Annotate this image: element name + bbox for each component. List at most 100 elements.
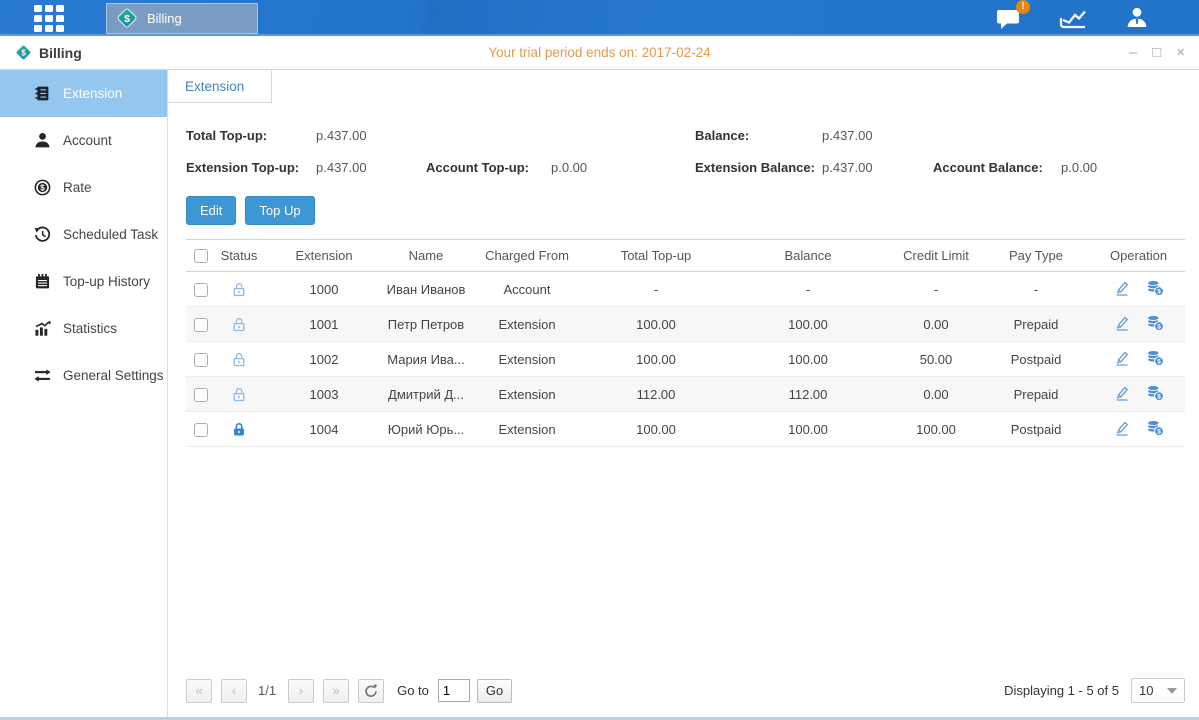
messages-icon[interactable]: ! — [995, 6, 1023, 30]
main-content: Extension Total Top-up: p.437.00 Balance… — [168, 70, 1199, 717]
prev-page-button[interactable]: ‹ — [221, 679, 247, 703]
sidebar-item-label: Extension — [63, 86, 122, 101]
column-balance: Balance — [724, 240, 892, 272]
sidebar-item-scheduled-task[interactable]: Scheduled Task — [0, 211, 167, 258]
cell-credit-limit: - — [892, 272, 980, 307]
topup-row-icon[interactable]: $ — [1146, 350, 1164, 366]
extension-balance-value: p.437.00 — [822, 160, 933, 175]
svg-text:$: $ — [21, 48, 26, 58]
cell-name: Дмитрий Д... — [386, 377, 466, 412]
scheduled-task-icon — [34, 226, 51, 243]
edit-row-icon[interactable] — [1114, 350, 1130, 366]
row-checkbox[interactable] — [194, 353, 208, 367]
user-account-icon[interactable] — [1123, 6, 1151, 30]
topup-row-icon[interactable]: $ — [1146, 315, 1164, 331]
total-topup-label: Total Top-up: — [186, 128, 316, 143]
cell-charged-from: Account — [466, 272, 588, 307]
topbar-tab-label: Billing — [147, 11, 182, 26]
topup-row-icon[interactable]: $ — [1146, 280, 1164, 296]
goto-page-input[interactable] — [438, 679, 470, 702]
svg-text:$: $ — [1157, 393, 1161, 400]
table-row[interactable]: 1000Иван ИвановAccount----$ — [186, 272, 1185, 307]
close-button[interactable]: × — [1176, 45, 1185, 60]
sidebar-item-label: Top-up History — [63, 274, 150, 289]
cell-total-topup: 100.00 — [588, 342, 724, 377]
select-all-checkbox[interactable] — [194, 249, 208, 263]
sidebar-item-general-settings[interactable]: General Settings — [0, 352, 167, 399]
sidebar-item-rate[interactable]: $ Rate — [0, 164, 167, 211]
cell-name: Мария Ива... — [386, 342, 466, 377]
sidebar-item-topup-history[interactable]: Top-up History — [0, 258, 167, 305]
topbar-tab-billing[interactable]: $ Billing — [106, 3, 258, 34]
row-checkbox[interactable] — [194, 318, 208, 332]
lock-closed-icon — [231, 421, 247, 438]
minimize-button[interactable]: – — [1129, 45, 1137, 60]
column-charged-from: Charged From — [466, 240, 588, 272]
table-body: 1000Иван ИвановAccount----$1001Петр Петр… — [186, 272, 1185, 447]
tab-extension[interactable]: Extension — [168, 70, 272, 103]
top-up-button[interactable]: Top Up — [245, 196, 314, 225]
cell-extension: 1000 — [262, 272, 386, 307]
notification-badge: ! — [1016, 0, 1030, 14]
cell-extension: 1001 — [262, 307, 386, 342]
table-row[interactable]: 1002Мария Ива...Extension100.00100.0050.… — [186, 342, 1185, 377]
table-row[interactable]: 1003Дмитрий Д...Extension112.00112.000.0… — [186, 377, 1185, 412]
maximize-button[interactable]: □ — [1152, 45, 1161, 60]
topup-row-icon[interactable]: $ — [1146, 385, 1164, 401]
topup-history-icon — [34, 273, 51, 290]
cell-pay-type: Prepaid — [980, 377, 1092, 412]
general-settings-icon — [34, 367, 51, 384]
billing-diamond-icon-small: $ — [14, 43, 33, 62]
edit-row-icon[interactable] — [1114, 315, 1130, 331]
sidebar-item-statistics[interactable]: Statistics — [0, 305, 167, 352]
column-credit-limit: Credit Limit — [892, 240, 980, 272]
last-page-button[interactable]: » — [323, 679, 349, 703]
edit-row-icon[interactable] — [1114, 280, 1130, 296]
svg-text:$: $ — [124, 13, 130, 25]
table-row[interactable]: 1004Юрий Юрь...Extension100.00100.00100.… — [186, 412, 1185, 447]
cell-charged-from: Extension — [466, 342, 588, 377]
extension-topup-value: p.437.00 — [316, 160, 426, 175]
row-checkbox[interactable] — [194, 283, 208, 297]
balance-label: Balance: — [695, 128, 822, 143]
cell-extension: 1003 — [262, 377, 386, 412]
cell-balance: 100.00 — [724, 307, 892, 342]
sidebar-item-label: Account — [63, 133, 112, 148]
sidebar-item-extension[interactable]: Extension — [0, 70, 167, 117]
cell-extension: 1002 — [262, 342, 386, 377]
billing-app-window: $ Billing ! — [0, 0, 1199, 720]
statistics-icon — [34, 320, 51, 337]
cell-charged-from: Extension — [466, 377, 588, 412]
refresh-icon[interactable] — [358, 679, 384, 703]
edit-row-icon[interactable] — [1114, 385, 1130, 401]
table-row[interactable]: 1001Петр ПетровExtension100.00100.000.00… — [186, 307, 1185, 342]
first-page-button[interactable]: « — [186, 679, 212, 703]
account-icon — [34, 132, 51, 149]
sidebar: Extension Account $ — [0, 70, 168, 717]
balance-summary: Total Top-up: p.437.00 Balance: p.437.00… — [186, 128, 1185, 175]
edit-button[interactable]: Edit — [186, 196, 236, 225]
cell-total-topup: 100.00 — [588, 307, 724, 342]
trial-period-message: Your trial period ends on: 2017-02-24 — [0, 45, 1199, 60]
svg-text:$: $ — [40, 183, 45, 192]
column-extension: Extension — [262, 240, 386, 272]
app-menu-grid-icon[interactable] — [34, 5, 64, 32]
top-navigation-bar: $ Billing ! — [0, 0, 1199, 36]
tab-strip: Extension — [168, 70, 1199, 103]
tab-extension-label: Extension — [185, 79, 244, 94]
row-checkbox[interactable] — [194, 388, 208, 402]
lock-open-icon — [231, 316, 247, 333]
extension-table: Status Extension Name Charged From Total… — [186, 239, 1185, 447]
cell-balance: 112.00 — [724, 377, 892, 412]
topup-row-icon[interactable]: $ — [1146, 420, 1164, 436]
reports-chart-icon[interactable] — [1059, 6, 1087, 30]
next-page-button[interactable]: › — [288, 679, 314, 703]
cell-balance: 100.00 — [724, 412, 892, 447]
go-button[interactable]: Go — [477, 679, 512, 703]
row-checkbox[interactable] — [194, 423, 208, 437]
cell-credit-limit: 0.00 — [892, 377, 980, 412]
page-size-value: 10 — [1139, 683, 1153, 698]
edit-row-icon[interactable] — [1114, 420, 1130, 436]
page-size-select[interactable]: 10 — [1131, 678, 1185, 703]
sidebar-item-account[interactable]: Account — [0, 117, 167, 164]
